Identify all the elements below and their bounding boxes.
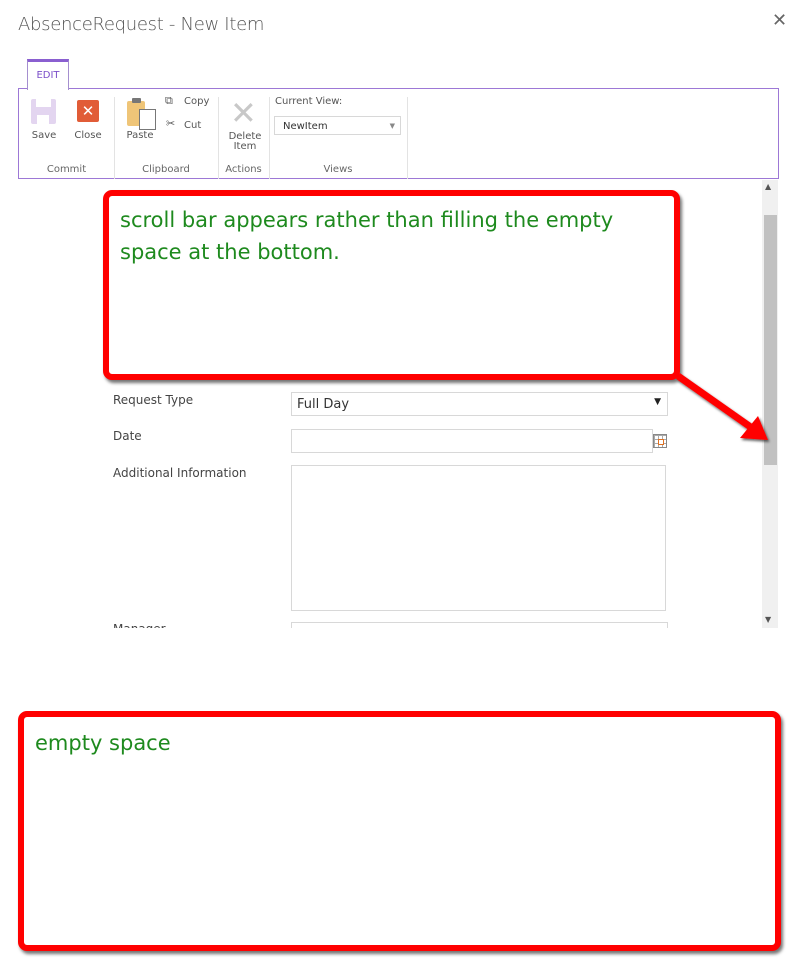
manager-input[interactable] <box>291 622 668 628</box>
close-label: Close <box>74 130 102 141</box>
close-icon: ✕ <box>77 100 99 122</box>
copy-icon: ⧉ <box>165 94 173 107</box>
group-label-actions: Actions <box>225 164 262 175</box>
request-type-value: Full Day <box>297 397 350 412</box>
chevron-down-icon: ▼ <box>654 397 661 407</box>
save-icon <box>31 99 56 124</box>
close-dialog-icon[interactable]: ✕ <box>772 10 787 31</box>
cut-icon: ✂ <box>166 117 176 130</box>
annotation-text-scrollbar: scroll bar appears rather than filling t… <box>120 208 614 264</box>
copy-label: Copy <box>184 96 210 107</box>
group-label-views: Views <box>323 164 353 175</box>
field-label-manager: Manager <box>113 622 166 628</box>
arrow-shaft <box>675 373 755 431</box>
field-label-date: Date <box>113 429 142 443</box>
current-view-label: Current View: <box>275 96 343 107</box>
group-divider <box>407 97 408 179</box>
scroll-up-arrow-icon[interactable]: ▲ <box>765 182 771 191</box>
paste-label: Paste <box>126 130 154 141</box>
date-input[interactable] <box>291 429 653 453</box>
additional-information-textarea[interactable] <box>291 465 666 611</box>
group-label-clipboard: Clipboard <box>142 164 190 175</box>
dialog-title: AbsenceRequest - New Item <box>18 14 265 35</box>
ribbon: Save ✕ Close Commit Paste ⧉ Copy ✂ Cut C… <box>18 88 779 179</box>
current-view-value: NewItem <box>283 121 328 132</box>
calendar-icon[interactable] <box>653 434 667 448</box>
paste-doc-icon <box>139 109 156 130</box>
chevron-down-icon: ▼ <box>389 122 395 130</box>
tab-edit[interactable]: EDIT <box>27 59 69 90</box>
annotation-callout-scrollbar: scroll bar appears rather than filling t… <box>103 190 680 380</box>
save-label: Save <box>31 130 57 141</box>
delete-label-line2: Item <box>233 141 257 152</box>
current-view-select[interactable]: NewItem ▼ <box>274 116 401 135</box>
scroll-down-arrow-icon[interactable]: ▼ <box>765 615 771 624</box>
annotation-text-empty-space: empty space <box>35 731 171 755</box>
cut-label: Cut <box>184 120 202 131</box>
annotation-arrow <box>675 373 768 440</box>
group-label-commit: Commit <box>46 164 87 175</box>
request-type-select[interactable]: Full Day ▼ <box>291 392 668 416</box>
field-label-additional-information: Additional Information <box>113 466 247 480</box>
field-label-request-type: Request Type <box>113 393 194 407</box>
paste-clip-icon <box>132 98 141 103</box>
delete-icon: ✕ <box>230 94 257 132</box>
annotation-callout-empty-space: empty space <box>18 711 781 951</box>
